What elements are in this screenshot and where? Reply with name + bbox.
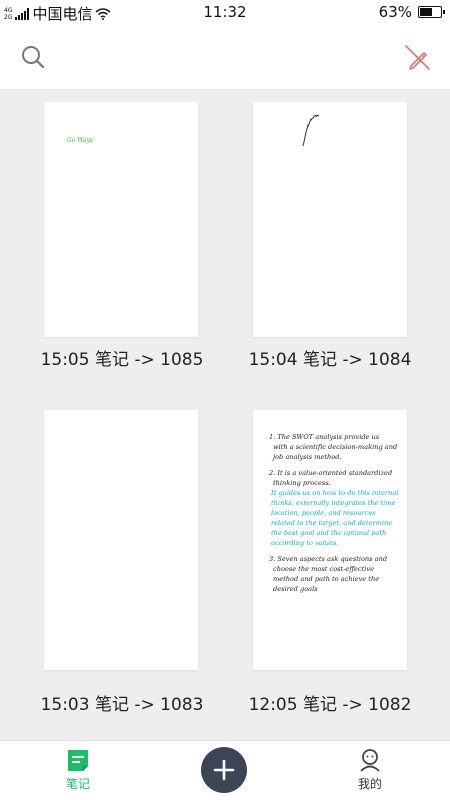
plus-icon xyxy=(213,759,235,781)
note-title: 15:03 笔记 -> 1083 xyxy=(40,695,204,715)
preview-line: desired goals xyxy=(273,585,318,593)
preview-line: related to the target, and determine xyxy=(271,519,393,527)
status-bar: 4G 2G 中国电信 11:32 63% xyxy=(0,0,450,24)
note-preview-handwriting: 1. The SWOT analysis provide us with a s… xyxy=(269,432,398,594)
preview-line: It guides us on how to do this internal xyxy=(271,489,399,497)
preview-line: with a scientific decision-making and xyxy=(273,443,398,451)
nav-notes-tab[interactable]: 笔记 xyxy=(38,747,118,792)
nav-me-label: 我的 xyxy=(357,777,382,791)
note-thumbnail[interactable]: Go Ways xyxy=(44,102,198,337)
preview-line: thinking process. xyxy=(273,479,331,487)
add-note-button[interactable] xyxy=(201,747,247,793)
preview-line: location, people, and resources xyxy=(271,509,376,517)
nav-me-tab[interactable]: 我的 xyxy=(330,747,410,792)
edit-mode-button[interactable] xyxy=(402,42,432,72)
note-thumbnail[interactable] xyxy=(253,102,407,337)
note-preview-text: Go Ways xyxy=(67,137,94,144)
preview-line: according to values. xyxy=(271,539,339,547)
preview-line: 1. The SWOT analysis provide us xyxy=(269,433,380,441)
preview-line: 2. It is a value-oriented standardized xyxy=(269,469,393,477)
notes-grid: Go Ways 15:05 笔记 -> 1085 15:04 笔记 -> 108… xyxy=(0,90,450,740)
note-thumbnail[interactable]: 1. The SWOT analysis provide us with a s… xyxy=(253,410,407,670)
user-icon xyxy=(360,749,380,772)
preview-line: job analysis method. xyxy=(273,453,342,461)
note-title: 12:05 笔记 -> 1082 xyxy=(248,695,412,715)
preview-line: 3. Seven aspects ask questions and xyxy=(269,555,388,563)
search-button[interactable] xyxy=(18,42,48,72)
note-thumbnail[interactable] xyxy=(44,410,198,670)
preview-line: method and path to achieve the xyxy=(273,575,380,583)
note-title: 15:05 笔记 -> 1085 xyxy=(40,350,204,370)
top-toolbar xyxy=(0,24,450,90)
bottom-nav: 笔记 我的 xyxy=(0,740,450,800)
preview-line: choose the most cost-effective xyxy=(273,565,374,573)
preview-line: thinks, externally integrates the time xyxy=(271,499,396,507)
battery-level xyxy=(420,8,432,16)
preview-line: the best goal and the optimal path xyxy=(271,529,387,537)
note-title: 15:04 笔记 -> 1084 xyxy=(248,350,412,370)
notes-icon xyxy=(68,750,88,771)
battery-percent: 63% xyxy=(378,3,412,21)
nav-notes-label: 笔记 xyxy=(65,777,90,791)
pencil-crossed-icon xyxy=(405,45,430,70)
battery-icon xyxy=(418,6,445,18)
status-right: 63% xyxy=(378,3,445,21)
search-icon xyxy=(22,46,45,69)
note-sketch-stroke xyxy=(302,114,320,147)
